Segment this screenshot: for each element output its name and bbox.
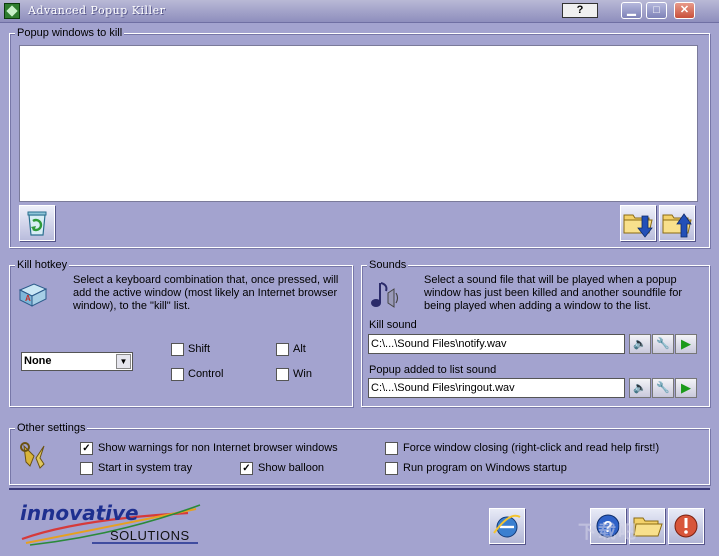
alt-label[interactable]: Alt	[293, 343, 306, 356]
recycle-bin-icon	[27, 211, 47, 236]
kill-sound-label: Kill sound	[369, 319, 417, 331]
power-icon	[674, 514, 698, 538]
tools-icon	[18, 440, 50, 475]
start-tray-label[interactable]: Start in system tray	[98, 462, 192, 475]
help-button[interactable]: ?	[562, 3, 598, 18]
export-list-button[interactable]	[659, 205, 695, 241]
popups-legend: Popup windows to kill	[15, 26, 125, 40]
play-icon: ▶	[681, 336, 691, 351]
shift-checkbox[interactable]	[171, 343, 184, 356]
kill-sound-browse-button[interactable]: 🔧	[652, 334, 674, 354]
minimize-button[interactable]: ▁	[621, 2, 642, 19]
folder-down-icon	[623, 214, 653, 238]
control-label[interactable]: Control	[188, 368, 223, 381]
show-balloon-checkbox[interactable]: ✓	[240, 462, 253, 475]
title-bar[interactable]: Advanced Popup Killer ? ▁ □ ✕	[0, 0, 719, 23]
force-close-checkbox[interactable]	[385, 442, 398, 455]
minimize-icon: ▁	[627, 4, 636, 16]
run-startup-checkbox[interactable]	[385, 462, 398, 475]
speaker-icon: 🔈	[633, 382, 647, 394]
kill-sound-play-button[interactable]: ▶	[675, 334, 697, 354]
watermark-text: 下载吧	[578, 522, 638, 542]
app-icon[interactable]	[4, 3, 20, 19]
folder-up-icon	[662, 213, 692, 238]
hotkey-description: Select a keyboard combination that, once…	[73, 274, 339, 312]
keyboard-icon: A	[16, 280, 50, 313]
bottom-divider	[9, 488, 710, 490]
recycle-button[interactable]	[19, 205, 55, 241]
force-close-label[interactable]: Force window closing (right-click and re…	[403, 442, 659, 455]
hotkey-key-value: None	[24, 355, 52, 367]
import-list-button[interactable]	[620, 205, 656, 241]
speaker-icon: 🔈	[633, 338, 647, 350]
sounds-description: Select a sound file that will be played …	[424, 274, 683, 312]
music-note-icon	[368, 279, 402, 314]
logo-innovative: innovative	[20, 501, 139, 525]
added-sound-play-button[interactable]: ▶	[675, 378, 697, 398]
win-label[interactable]: Win	[293, 368, 312, 381]
added-sound-browse-button[interactable]: 🔧	[652, 378, 674, 398]
maximize-button[interactable]: □	[646, 2, 667, 19]
kill-sound-mute-button[interactable]: 🔈	[629, 334, 651, 354]
maximize-icon: □	[653, 4, 660, 16]
sounds-legend: Sounds	[367, 258, 409, 272]
logo-solutions: SOLUTIONS	[110, 528, 190, 543]
added-sound-field[interactable]: C:\...\Sound Files\ringout.wav	[368, 378, 625, 398]
hotkey-legend: Kill hotkey	[15, 258, 70, 272]
show-warnings-label[interactable]: Show warnings for non Internet browser w…	[98, 442, 338, 455]
company-logo: innovative SOLUTIONS	[18, 499, 204, 547]
control-checkbox[interactable]	[171, 368, 184, 381]
show-warnings-checkbox[interactable]: ✓	[80, 442, 93, 455]
other-settings-legend: Other settings	[15, 421, 88, 435]
speaker-settings-icon: 🔧	[656, 338, 670, 350]
exit-button[interactable]	[668, 508, 704, 544]
close-icon: ✕	[679, 4, 690, 16]
popup-list[interactable]	[19, 45, 698, 202]
internet-explorer-icon	[493, 514, 521, 538]
app-window: Advanced Popup Killer ? ▁ □ ✕ Popup wind…	[0, 0, 719, 556]
other-settings-group: Other settings	[9, 421, 710, 485]
website-button[interactable]	[489, 508, 525, 544]
added-sound-label: Popup added to list sound	[369, 364, 497, 376]
kill-sound-field[interactable]: C:\...\Sound Files\notify.wav	[368, 334, 625, 354]
chevron-down-icon[interactable]: ▼	[116, 354, 131, 369]
show-balloon-label[interactable]: Show balloon	[258, 462, 324, 475]
close-button[interactable]: ✕	[674, 2, 695, 19]
win-checkbox[interactable]	[276, 368, 289, 381]
window-title: Advanced Popup Killer	[28, 4, 166, 17]
run-startup-label[interactable]: Run program on Windows startup	[403, 462, 567, 475]
play-icon: ▶	[681, 380, 691, 395]
alt-checkbox[interactable]	[276, 343, 289, 356]
hotkey-key-select[interactable]: None ▼	[21, 352, 133, 371]
added-sound-mute-button[interactable]: 🔈	[629, 378, 651, 398]
shift-label[interactable]: Shift	[188, 343, 210, 356]
svg-text:A: A	[25, 294, 31, 303]
speaker-settings-icon: 🔧	[656, 382, 670, 394]
start-tray-checkbox[interactable]	[80, 462, 93, 475]
